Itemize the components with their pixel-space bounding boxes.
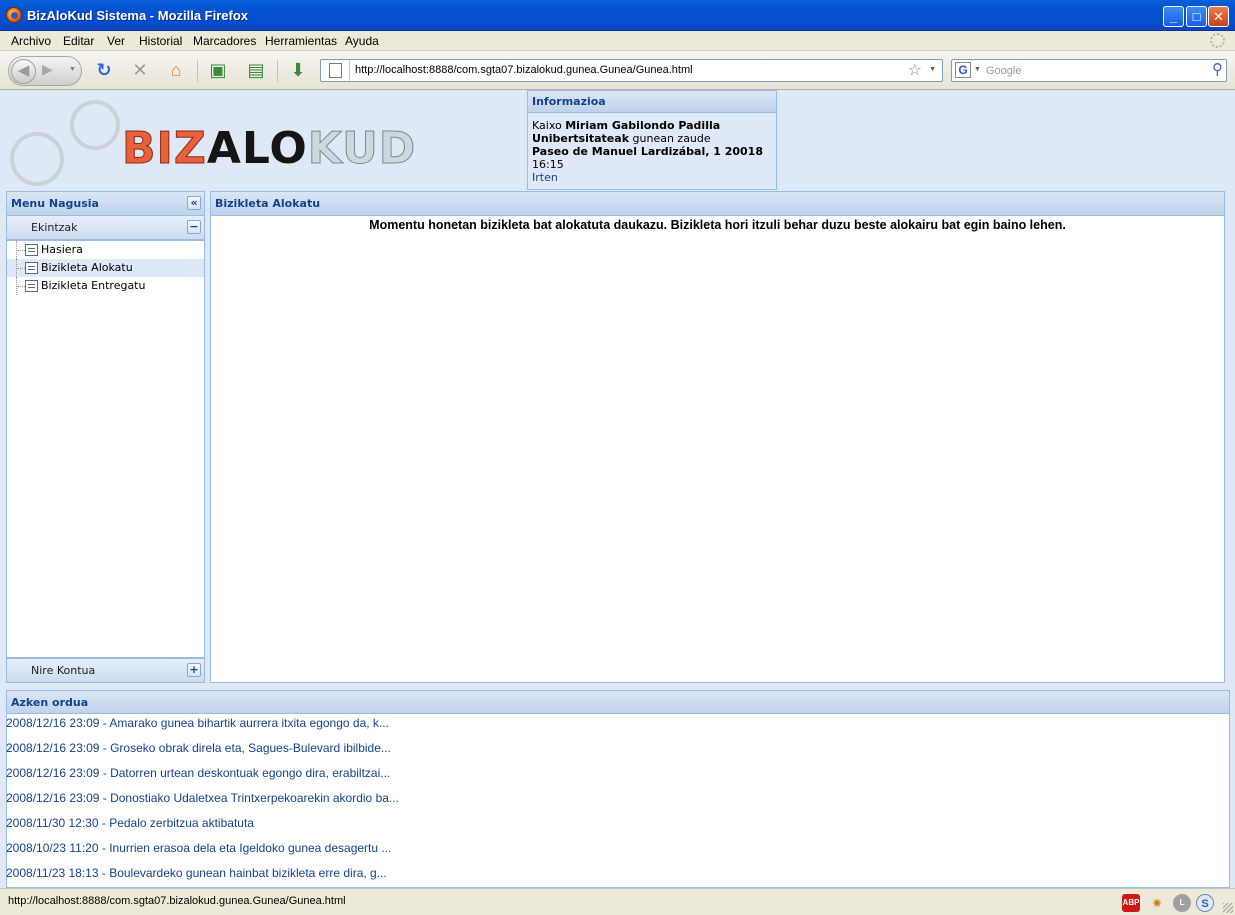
info-panel-title: Informazioa <box>528 91 776 113</box>
new-window-icon[interactable]: ▤ <box>244 58 268 82</box>
location-address: Paseo de Manuel Lardizábal, 1 20018 <box>532 145 763 158</box>
account-section-header[interactable]: Nire Kontua + <box>7 658 204 682</box>
actions-section-header[interactable]: Ekintzak − <box>7 216 204 240</box>
news-item[interactable]: 2008/12/16 23:09 - Amarako gunea biharti… <box>6 715 1229 740</box>
adblock-icon[interactable]: ABP <box>1122 894 1140 912</box>
page-icon <box>25 262 38 274</box>
menu-ver[interactable]: Ver <box>107 34 125 48</box>
home-icon[interactable]: ⌂ <box>164 58 188 82</box>
menu-ayuda[interactable]: Ayuda <box>345 34 379 48</box>
search-engine-dropdown-icon[interactable]: ▼ <box>974 66 981 73</box>
news-item[interactable]: 2008/12/16 23:09 - Donostiako Udaletxea … <box>6 790 1229 815</box>
status-bar: http://localhost:8888/com.sgta07.bizalok… <box>0 888 1235 915</box>
bike-wheel-rear <box>10 132 64 186</box>
news-item[interactable]: 2008/12/16 23:09 - Datorren urtean desko… <box>6 765 1229 790</box>
main-menu-panel: Menu Nagusia « Ekintzak − Hasiera Bizikl… <box>6 191 205 683</box>
collapse-section-icon[interactable]: − <box>187 220 201 234</box>
menubar: Archivo Editar Ver Historial Marcadores … <box>0 31 1235 51</box>
menu-historial[interactable]: Historial <box>139 34 182 48</box>
news-item[interactable]: 2008/12/16 23:09 - Groseko obrak direla … <box>6 740 1229 765</box>
reload-icon[interactable]: ↻ <box>92 58 116 82</box>
rental-message: Momentu honetan bizikleta bat alokatuta … <box>369 218 1066 232</box>
tree-item-bizikleta-entregatu[interactable]: Bizikleta Entregatu <box>7 277 204 295</box>
logo-wordmark: BIZALOKUD <box>122 123 417 174</box>
news-panel: Azken ordua 2008/12/16 23:09 - Amarako g… <box>6 690 1230 888</box>
google-engine-icon[interactable]: G <box>955 62 971 78</box>
expand-section-icon[interactable]: + <box>187 663 201 677</box>
menu-editar[interactable]: Editar <box>63 34 94 48</box>
news-item[interactable]: 2008/10/23 11:20 - Inurrien erasoa dela … <box>6 840 1229 865</box>
close-window-button[interactable]: ✕ <box>1208 6 1229 27</box>
resize-grip[interactable] <box>1223 903 1233 913</box>
logout-link[interactable]: Irten <box>532 171 772 184</box>
history-dropdown-icon[interactable]: ▼ <box>69 66 76 73</box>
back-forward-group: ◀ ▶ ▼ <box>8 56 82 86</box>
toolbar-separator <box>197 60 198 82</box>
news-item[interactable]: 2008/11/23 18:13 - Boulevardeko gunean h… <box>6 865 1229 890</box>
window-title: BizAloKud Sistema - Mozilla Firefox <box>27 8 249 23</box>
news-item[interactable]: 2008/11/30 12:30 - Pedalo zerbitzua akti… <box>6 815 1229 840</box>
leechblock-icon[interactable]: L <box>1173 894 1191 912</box>
content-panel-title: Bizikleta Alokatu <box>211 192 1224 216</box>
search-placeholder[interactable]: Google <box>986 65 1021 77</box>
firebug-icon[interactable]: ✷ <box>1148 894 1166 912</box>
page-icon <box>25 244 38 256</box>
info-panel-body: Kaixo Miriam Gabilondo Padilla Unibertsi… <box>528 113 776 184</box>
content-panel: Bizikleta Alokatu Momentu honetan bizikl… <box>210 191 1225 683</box>
search-bar[interactable]: G ▼ Google ⚲ <box>951 59 1227 82</box>
url-bar[interactable]: http://localhost:8888/com.sgta07.bizalok… <box>320 59 943 82</box>
download-icon[interactable]: ⬇ <box>286 58 310 82</box>
throbber-icon <box>1210 33 1225 48</box>
forward-button[interactable]: ▶ <box>42 61 53 78</box>
menu-marcadores[interactable]: Marcadores <box>193 34 256 48</box>
collapse-left-icon[interactable]: « <box>187 196 201 210</box>
bizalokud-logo: BIZALOKUD <box>8 96 518 190</box>
tree-item-hasiera[interactable]: Hasiera <box>7 241 204 259</box>
main-menu-title: Menu Nagusia « <box>7 192 204 216</box>
page-icon <box>25 280 38 292</box>
actions-tree: Hasiera Bizikleta Alokatu Bizikleta Entr… <box>7 240 204 658</box>
page-icon <box>329 63 342 78</box>
url-text[interactable]: http://localhost:8888/com.sgta07.bizalok… <box>355 64 693 76</box>
status-text: http://localhost:8888/com.sgta07.bizalok… <box>8 895 346 907</box>
stop-icon[interactable]: ✕ <box>128 58 152 82</box>
greeting-prefix: Kaixo <box>532 119 562 132</box>
location-suffix: gunean zaude <box>632 132 711 145</box>
bike-wheel-front <box>70 100 120 150</box>
extension-s-icon[interactable]: S <box>1196 894 1214 912</box>
firefox-icon <box>6 7 22 23</box>
url-separator <box>349 60 350 81</box>
info-panel: Informazioa Kaixo Miriam Gabilondo Padil… <box>527 90 777 190</box>
back-button[interactable]: ◀ <box>11 59 36 84</box>
menu-archivo[interactable]: Archivo <box>11 34 51 48</box>
news-panel-title: Azken ordua <box>7 691 1229 714</box>
maximize-button[interactable]: □ <box>1186 6 1207 27</box>
user-name: Miriam Gabilondo Padilla <box>565 119 721 132</box>
window-titlebar: BizAloKud Sistema - Mozilla Firefox _ □ … <box>0 0 1235 31</box>
menu-herramientas[interactable]: Herramientas <box>265 34 337 48</box>
url-dropdown-icon[interactable]: ▼ <box>929 66 936 73</box>
minimize-button[interactable]: _ <box>1163 6 1184 27</box>
location-name: Unibertsitateak <box>532 132 630 145</box>
current-time: 16:15 <box>532 158 564 171</box>
bookmark-star-icon[interactable]: ☆ <box>908 60 922 80</box>
toolbar-separator <box>277 60 278 82</box>
news-list: 2008/12/16 23:09 - Amarako gunea biharti… <box>6 714 1229 890</box>
new-tab-icon[interactable]: ▣ <box>206 58 230 82</box>
search-icon[interactable]: ⚲ <box>1212 60 1223 78</box>
tree-item-bizikleta-alokatu[interactable]: Bizikleta Alokatu <box>7 259 204 277</box>
